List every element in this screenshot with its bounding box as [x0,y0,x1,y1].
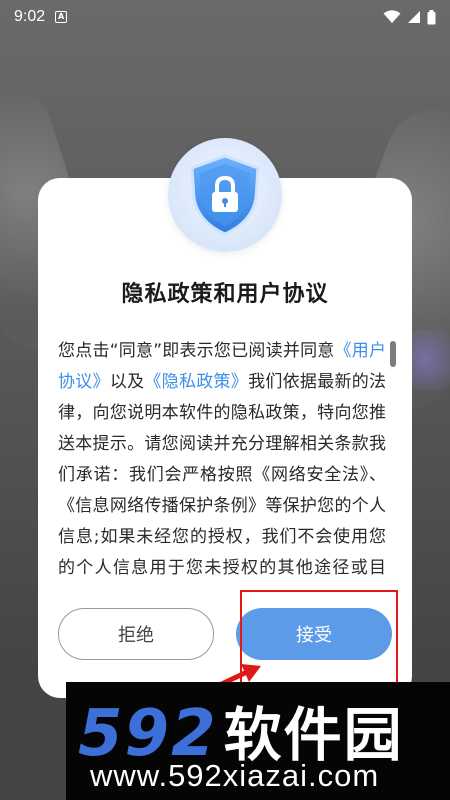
reject-button[interactable]: 拒绝 [58,608,214,660]
status-icons [383,9,436,25]
shield-lock-badge [168,138,282,252]
site-watermark: 592 软件园 www.592xiazai.com [66,682,450,800]
wifi-icon [383,10,401,23]
body-text-segment: 我们依据最新的法律，向您说明本软件的隐私政策，特向您推送本提示。请您阅读并充分理… [58,372,386,578]
privacy-policy-link[interactable]: 《隐私政策》 [144,372,248,392]
scrollbar-thumb[interactable] [390,341,396,367]
notification-a-icon: A [55,11,68,23]
shield-lock-icon [190,154,260,236]
signal-icon [408,11,420,23]
battery-icon [427,9,436,24]
status-time: 9:02 [14,8,46,25]
dialog-title: 隐私政策和用户协议 [121,282,329,307]
dialog-body-text[interactable]: 您点击“同意”即表示您已阅读并同意《用户协议》以及《隐私政策》我们依据最新的法律… [58,336,386,588]
status-bar: 9:02 A [0,0,450,34]
body-text-segment: 您点击“同意”即表示您已阅读并同意 [58,341,335,361]
body-text-segment: 以及 [109,372,145,392]
watermark-url: www.592xiazai.com [90,758,380,793]
